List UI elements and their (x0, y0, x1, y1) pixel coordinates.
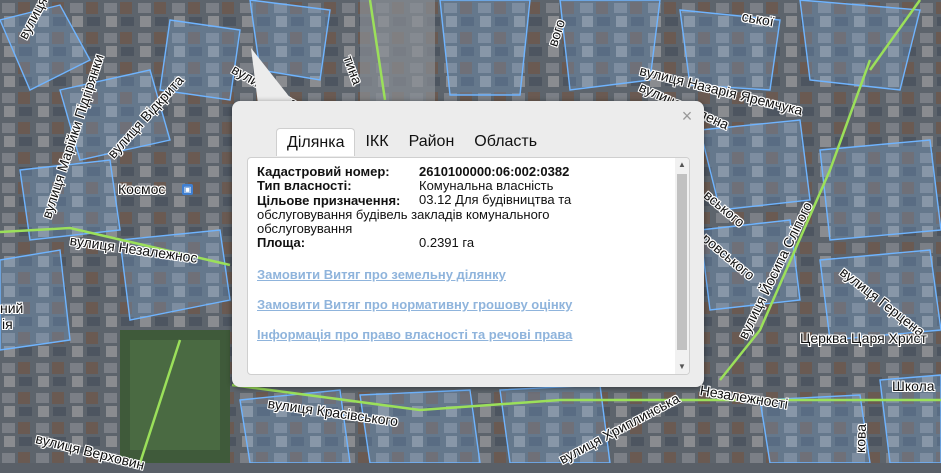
area-value: 0.2391 га (419, 235, 475, 250)
street-label: ія (2, 316, 13, 332)
scroll-thumb[interactable] (677, 174, 687, 350)
scroll-down-icon[interactable]: ▼ (675, 360, 689, 374)
field-label: Кадастровий номер: (257, 164, 390, 179)
cadastral-number-value[interactable]: 2610100000:06:002:0382 (419, 165, 667, 179)
poi-label[interactable]: Космос (118, 181, 165, 197)
tab-ikk[interactable]: ІКК (355, 128, 398, 156)
parcel-details: Кадастровий номер: 2610100000:06:002:038… (257, 165, 667, 343)
street-label: ний (0, 300, 24, 316)
tab-bar: Ділянка ІКК Район Область (276, 128, 547, 156)
parcel-info-popup: × Ділянка ІКК Район Область Кадастровий … (232, 101, 704, 387)
field-label: Тип власності: (257, 178, 352, 193)
order-parcel-extract-link[interactable]: Замовити Витяг про земельну ділянку (257, 267, 667, 282)
tab-district[interactable]: Район (399, 128, 465, 156)
field-cadastral-number: Кадастровий номер: 2610100000:06:002:038… (257, 165, 667, 179)
ownership-type-value: Комунальна власність (419, 178, 554, 193)
poi-label[interactable]: Церква Царя Христ (800, 330, 927, 346)
tab-panel: Кадастровий номер: 2610100000:06:002:038… (247, 157, 690, 375)
ownership-info-link[interactable]: Інформація про право власності та речові… (257, 327, 667, 342)
field-area: Площа: 0.2391 га (257, 236, 667, 250)
tab-region[interactable]: Область (464, 128, 547, 156)
purpose-value: 03.12 Для будівництва та обслуговування … (257, 192, 572, 236)
street-label: кова (852, 423, 870, 454)
scroll-up-icon[interactable]: ▲ (675, 158, 689, 172)
order-valuation-extract-link[interactable]: Замовити Витяг про нормативну грошову оц… (257, 297, 667, 312)
field-label: Площа: (257, 235, 306, 250)
tab-parcel[interactable]: Ділянка (276, 128, 356, 156)
school-label: Школа (892, 378, 935, 394)
field-ownership-type: Тип власності: Комунальна власність (257, 179, 667, 193)
field-purpose: Цільове призначення: 03.12 Для будівницт… (257, 192, 667, 236)
vertical-scrollbar[interactable]: ▲ ▼ (675, 158, 689, 374)
cinema-icon[interactable]: ▣ (182, 184, 193, 195)
close-icon[interactable]: × (680, 107, 694, 125)
